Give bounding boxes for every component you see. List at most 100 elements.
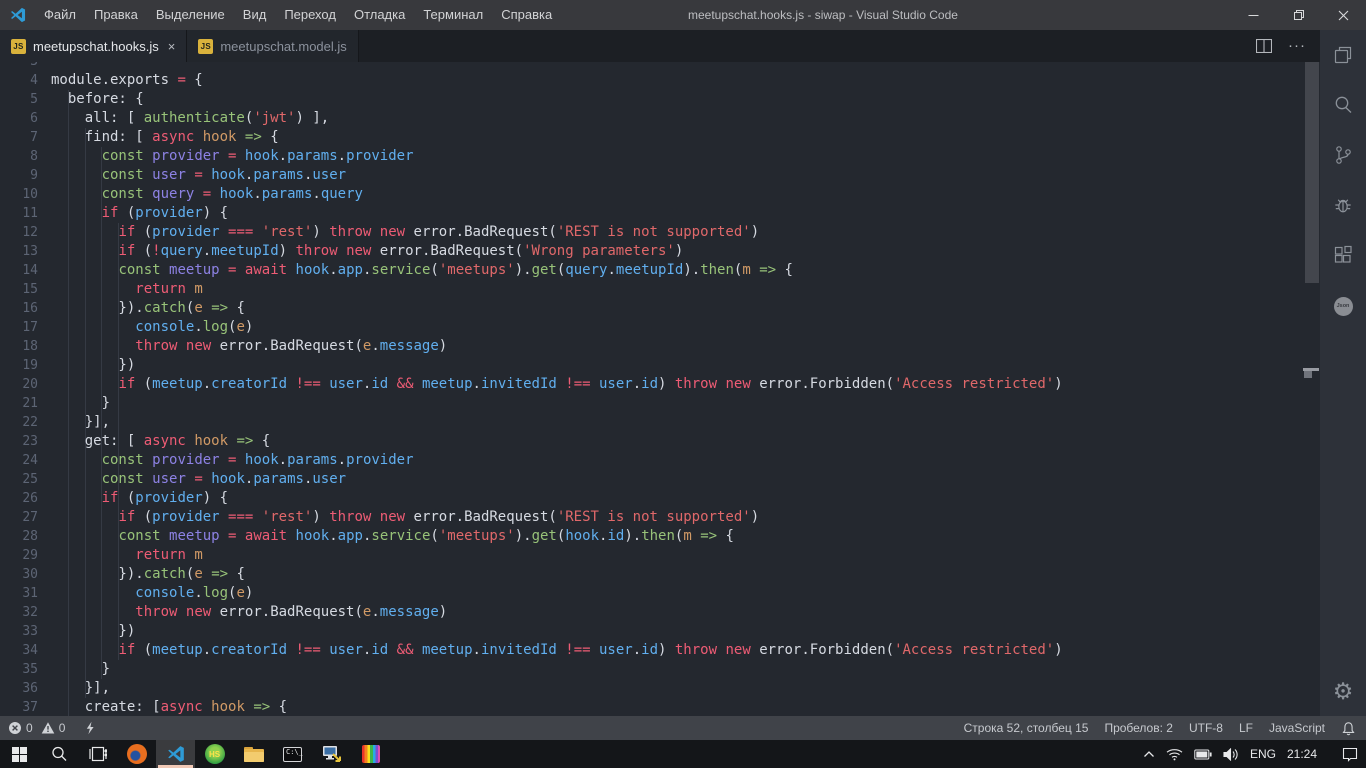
- code-line-3[interactable]: 3: [0, 62, 1320, 71]
- code-line-14[interactable]: 14 const meetup = await hook.app.service…: [0, 261, 1320, 280]
- restore-button[interactable]: [1276, 0, 1321, 30]
- split-editor-icon[interactable]: [1256, 39, 1272, 53]
- remote-desktop-button[interactable]: [312, 740, 351, 768]
- code-line-19[interactable]: 19 }): [0, 356, 1320, 375]
- code-line-9[interactable]: 9 const user = hook.params.user: [0, 166, 1320, 185]
- code-line-31[interactable]: 31 console.log(e): [0, 584, 1320, 603]
- menu-item-3[interactable]: Выделение: [147, 0, 234, 30]
- code-line-18[interactable]: 18 throw new error.BadRequest(e.message): [0, 337, 1320, 356]
- file-explorer-button[interactable]: [234, 740, 273, 768]
- more-actions-icon[interactable]: ···: [1288, 41, 1306, 51]
- gear-icon[interactable]: ⚙: [1320, 668, 1366, 714]
- code-line-32[interactable]: 32 throw new error.BadRequest(e.message): [0, 603, 1320, 622]
- menu-item-6[interactable]: Отладка: [345, 0, 414, 30]
- code-line-23[interactable]: 23 get: [ async hook => {: [0, 432, 1320, 451]
- code-line-7[interactable]: 7 find: [ async hook => {: [0, 128, 1320, 147]
- code-line-27[interactable]: 27 if (provider === 'rest') throw new er…: [0, 508, 1320, 527]
- line-number: 4: [0, 71, 38, 90]
- line-number: 6: [0, 109, 38, 128]
- start-button[interactable]: [0, 740, 39, 768]
- code-line-33[interactable]: 33 }): [0, 622, 1320, 641]
- status-item-2[interactable]: Пробелов: 2: [1104, 721, 1173, 735]
- code-line-21[interactable]: 21 }: [0, 394, 1320, 413]
- language-indicator[interactable]: ENG: [1250, 747, 1276, 761]
- source-control-icon[interactable]: [1320, 132, 1366, 178]
- lightning-icon[interactable]: [83, 721, 97, 735]
- code-line-35[interactable]: 35 }: [0, 660, 1320, 679]
- problems-panel-button[interactable]: 0 0: [0, 721, 97, 735]
- code-line-13[interactable]: 13 if (!query.meetupId) throw new error.…: [0, 242, 1320, 261]
- code-line-22[interactable]: 22 }],: [0, 413, 1320, 432]
- code-line-25[interactable]: 25 const user = hook.params.user: [0, 470, 1320, 489]
- code-line-29[interactable]: 29 return m: [0, 546, 1320, 565]
- notifications-bell-icon[interactable]: [1341, 721, 1356, 736]
- line-number: 35: [0, 660, 38, 679]
- task-view-button[interactable]: [78, 740, 117, 768]
- code-line-20[interactable]: 20 if (meetup.creatorId !== user.id && m…: [0, 375, 1320, 394]
- debug-bug-icon[interactable]: [1320, 182, 1366, 228]
- color-tool-button[interactable]: [351, 740, 390, 768]
- status-item-5[interactable]: JavaScript: [1269, 721, 1325, 735]
- code-line-5[interactable]: 5 before: {: [0, 90, 1320, 109]
- line-number: 14: [0, 261, 38, 280]
- line-number: 20: [0, 375, 38, 394]
- menu-item-4[interactable]: Вид: [234, 0, 276, 30]
- code-line-8[interactable]: 8 const provider = hook.params.provider: [0, 147, 1320, 166]
- menu-item-7[interactable]: Терминал: [414, 0, 492, 30]
- line-number: 29: [0, 546, 38, 565]
- tab-meetupschat.model.js[interactable]: JSmeetupschat.model.js: [187, 30, 358, 62]
- line-number: 13: [0, 242, 38, 261]
- code-line-16[interactable]: 16 }).catch(e => {: [0, 299, 1320, 318]
- code-line-34[interactable]: 34 if (meetup.creatorId !== user.id && m…: [0, 641, 1320, 660]
- menu-item-1[interactable]: Файл: [35, 0, 85, 30]
- code-line-6[interactable]: 6 all: [ authenticate('jwt') ],: [0, 109, 1320, 128]
- line-number: 25: [0, 470, 38, 489]
- code-line-36[interactable]: 36 }],: [0, 679, 1320, 698]
- code-line-10[interactable]: 10 const query = hook.params.query: [0, 185, 1320, 204]
- code-editor[interactable]: 34module.exports = {5 before: {6 all: [ …: [0, 62, 1320, 716]
- menu-item-8[interactable]: Справка: [492, 0, 561, 30]
- code-line-11[interactable]: 11 if (provider) {: [0, 204, 1320, 223]
- code-line-17[interactable]: 17 console.log(e): [0, 318, 1320, 337]
- close-button[interactable]: [1321, 0, 1366, 30]
- minimize-button[interactable]: [1231, 0, 1276, 30]
- tab-close-icon[interactable]: ×: [168, 39, 176, 54]
- code-line-12[interactable]: 12 if (provider === 'rest') throw new er…: [0, 223, 1320, 242]
- line-number: 32: [0, 603, 38, 622]
- extensions-icon[interactable]: [1320, 232, 1366, 278]
- line-number: 5: [0, 90, 38, 109]
- menu-item-2[interactable]: Правка: [85, 0, 147, 30]
- vscode-button[interactable]: [156, 740, 195, 768]
- firefox-button[interactable]: [117, 740, 156, 768]
- chevron-up-icon[interactable]: [1143, 750, 1155, 758]
- code-line-24[interactable]: 24 const provider = hook.params.provider: [0, 451, 1320, 470]
- battery-icon[interactable]: [1194, 749, 1212, 760]
- json-extension-icon[interactable]: Json: [1320, 283, 1366, 329]
- menu-item-5[interactable]: Переход: [275, 0, 345, 30]
- command-prompt-button[interactable]: C:\_: [273, 740, 312, 768]
- error-circle-icon: [8, 721, 22, 735]
- clock[interactable]: 21:24: [1287, 747, 1317, 761]
- status-item-1[interactable]: Строка 52, столбец 15: [964, 721, 1089, 735]
- code-line-28[interactable]: 28 const meetup = await hook.app.service…: [0, 527, 1320, 546]
- line-number: 30: [0, 565, 38, 584]
- line-number: 10: [0, 185, 38, 204]
- status-item-3[interactable]: UTF-8: [1189, 721, 1223, 735]
- code-line-15[interactable]: 15 return m: [0, 280, 1320, 299]
- search-icon[interactable]: [1320, 82, 1366, 128]
- heidisql-button[interactable]: HS: [195, 740, 234, 768]
- code-line-37[interactable]: 37 create: [async hook => {: [0, 698, 1320, 716]
- taskbar-search-button[interactable]: [39, 740, 78, 768]
- wifi-icon[interactable]: [1166, 748, 1183, 761]
- line-number: 16: [0, 299, 38, 318]
- explorer-files-icon[interactable]: [1320, 32, 1366, 78]
- code-line-26[interactable]: 26 if (provider) {: [0, 489, 1320, 508]
- action-center-icon[interactable]: [1342, 747, 1358, 762]
- tab-meetupschat.hooks.js[interactable]: JSmeetupschat.hooks.js×: [0, 30, 187, 62]
- line-number: 9: [0, 166, 38, 185]
- code-line-4[interactable]: 4module.exports = {: [0, 71, 1320, 90]
- code-line-30[interactable]: 30 }).catch(e => {: [0, 565, 1320, 584]
- status-item-4[interactable]: LF: [1239, 721, 1253, 735]
- speaker-icon[interactable]: [1223, 748, 1239, 761]
- editor-scrollbar[interactable]: [1305, 62, 1319, 283]
